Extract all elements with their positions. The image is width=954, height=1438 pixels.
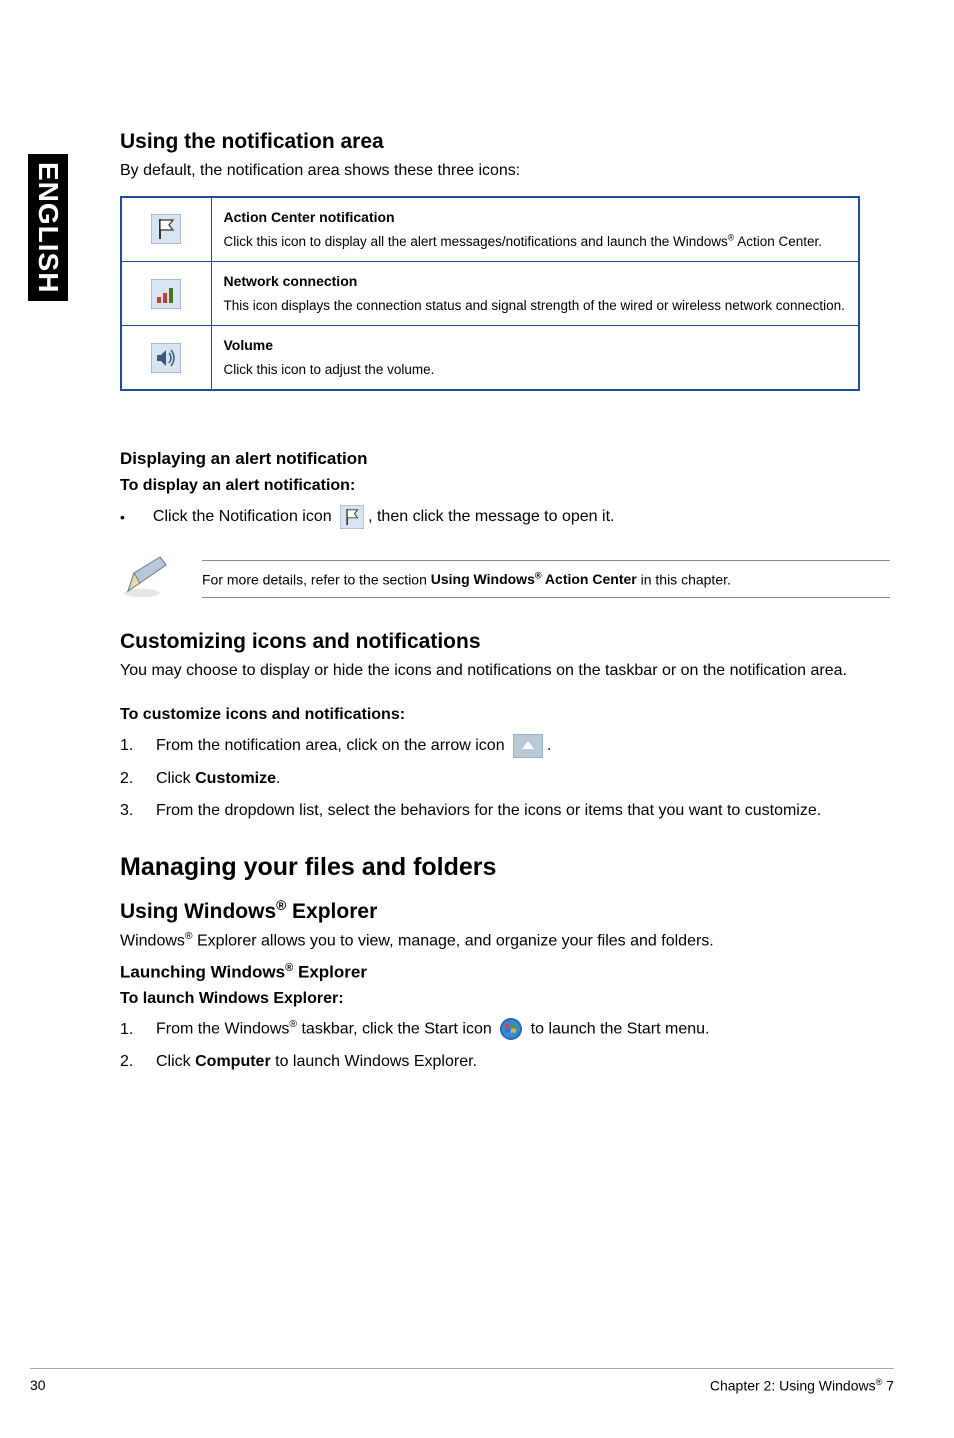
explorer-intro: Windows® Explorer allows you to view, ma… — [120, 930, 890, 952]
list-item: 2. Click Customize. — [120, 768, 890, 790]
row-desc: This icon displays the connection status… — [224, 298, 845, 313]
to-display-alert-label: To display an alert notification: — [120, 477, 890, 495]
customizing-icons-heading: Customizing icons and notifications — [120, 630, 890, 654]
section-heading-notification-area: Using the notification area — [120, 130, 890, 154]
row-title: Network connection — [224, 272, 847, 291]
arrow-up-icon — [513, 734, 543, 758]
row-desc: Click this icon to adjust the volume. — [224, 362, 435, 377]
table-row: Volume Click this icon to adjust the vol… — [121, 326, 859, 391]
windows-start-icon — [500, 1018, 522, 1040]
volume-desc-cell: Volume Click this icon to adjust the vol… — [211, 326, 859, 391]
launch-steps-list: 1. From the Windows® taskbar, click the … — [120, 1018, 890, 1073]
flag-icon — [340, 505, 364, 529]
customize-steps-list: 1. From the notification area, click on … — [120, 734, 890, 823]
launching-explorer-heading: Launching Windows® Explorer — [120, 962, 890, 983]
note-text: For more details, refer to the section U… — [202, 560, 890, 599]
table-row: Action Center notification Click this ic… — [121, 197, 859, 262]
list-item: 3. From the dropdown list, select the be… — [120, 800, 890, 822]
flag-icon — [151, 214, 181, 244]
table-row: Network connection This icon displays th… — [121, 262, 859, 326]
notification-icons-table: Action Center notification Click this ic… — [120, 196, 860, 392]
volume-icon-cell — [121, 326, 211, 391]
section1-intro: By default, the notification area shows … — [120, 160, 890, 182]
list-item: 2. Click Computer to launch Windows Expl… — [120, 1051, 890, 1073]
row-desc: Click this icon to display all the alert… — [224, 234, 823, 249]
managing-files-heading: Managing your files and folders — [120, 853, 890, 882]
network-desc-cell: Network connection This icon displays th… — [211, 262, 859, 326]
action-center-icon-cell — [121, 197, 211, 262]
row-title: Volume — [224, 336, 847, 355]
to-launch-explorer-label: To launch Windows Explorer: — [120, 990, 890, 1008]
list-item: 1. From the notification area, click on … — [120, 734, 890, 758]
network-icon-cell — [121, 262, 211, 326]
page-footer: 30 Chapter 2: Using Windows® 7 — [30, 1368, 894, 1394]
speaker-icon — [151, 343, 181, 373]
section3-intro: You may choose to display or hide the ic… — [120, 660, 890, 682]
row-title: Action Center notification — [224, 208, 847, 227]
chapter-label: Chapter 2: Using Windows® 7 — [710, 1377, 894, 1394]
pencil-icon — [120, 553, 174, 604]
page-content: Using the notification area By default, … — [120, 130, 890, 1083]
displaying-alert-heading: Displaying an alert notification — [120, 449, 890, 469]
bullet-text: Click the Notification icon , then click… — [153, 505, 615, 529]
to-customize-label: To customize icons and notifications: — [120, 706, 890, 724]
bullet-item: • Click the Notification icon , then cli… — [120, 505, 890, 529]
list-item: 1. From the Windows® taskbar, click the … — [120, 1018, 890, 1041]
action-center-desc-cell: Action Center notification Click this ic… — [211, 197, 859, 262]
note-block: For more details, refer to the section U… — [120, 553, 890, 604]
page-number: 30 — [30, 1377, 46, 1394]
network-icon — [151, 279, 181, 309]
bullet-dot: • — [120, 509, 125, 525]
using-windows-explorer-heading: Using Windows® Explorer — [120, 898, 890, 924]
language-tab: ENGLISH — [28, 154, 68, 301]
